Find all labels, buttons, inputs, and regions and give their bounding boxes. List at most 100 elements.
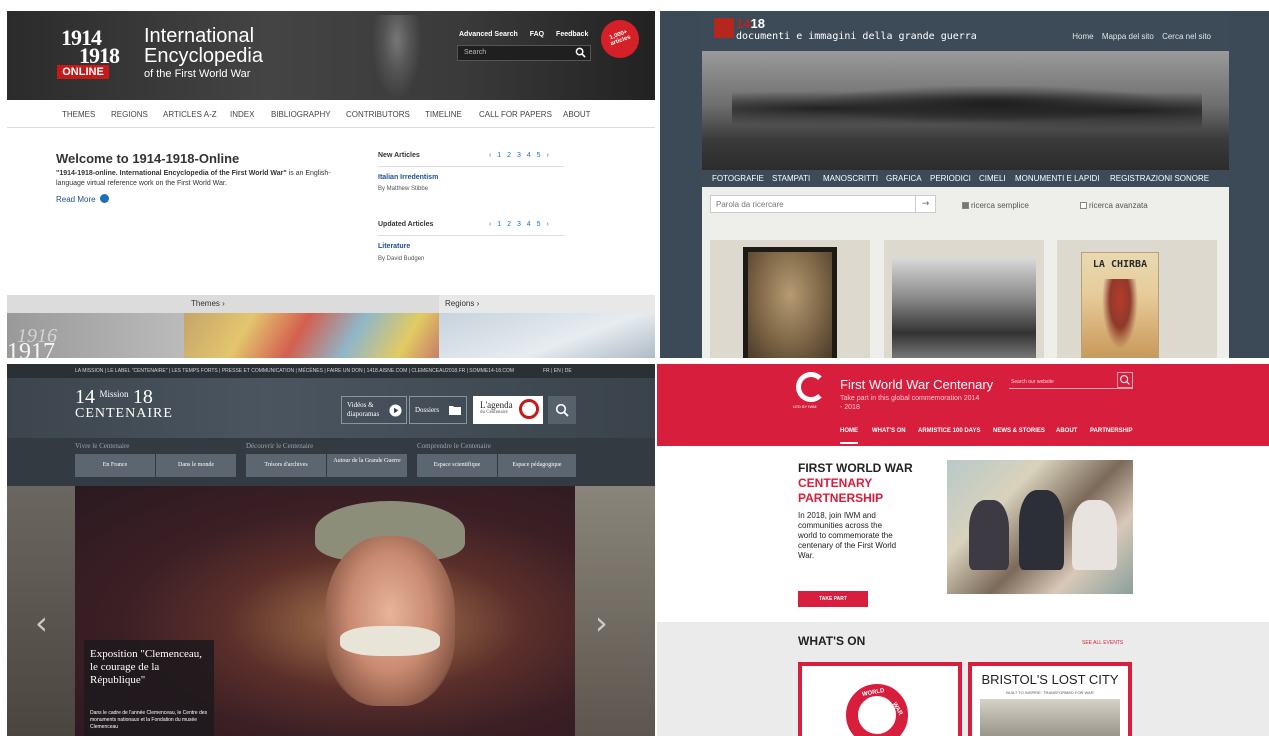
nav-bibliography[interactable]: BIBLIOGRAPHY (271, 110, 331, 119)
event-card-centenary[interactable]: WORLD FIRST WAR (798, 662, 962, 736)
sub-espace-pedagogique[interactable]: Espace pédagogique (498, 454, 576, 477)
updated-articles-heading: Updated Articles (378, 221, 434, 228)
nav-regions[interactable]: REGIONS (111, 110, 148, 119)
feedback-link[interactable]: Feedback (556, 31, 588, 38)
nav-themes[interactable]: THEMES (62, 110, 95, 119)
nav-call-for-papers[interactable]: CALL FOR PAPERS (479, 110, 552, 119)
nav-contributors[interactable]: CONTRIBUTORS (346, 110, 410, 119)
carousel-next-image (575, 486, 655, 736)
soldiers-silhouettes (732, 86, 1202, 131)
home-link[interactable]: Home (1072, 32, 1093, 41)
logo-14: 14 (75, 386, 95, 408)
videos-label: Vidéos & diaporamas (347, 401, 380, 418)
nav-whats-on[interactable]: WHAT'S ON (872, 428, 906, 434)
logo-18: 18 (132, 386, 153, 408)
new-articles-pagination[interactable]: ‹ 1 2 3 4 5 › (489, 152, 551, 159)
regions-map-image[interactable] (439, 313, 655, 358)
intro-bold-text: "1914-1918-online. International Encyclo… (56, 170, 287, 177)
agenda-button[interactable]: L'agenda du Centenaire (473, 396, 543, 424)
nav-stampati[interactable]: STAMPATI (772, 174, 810, 183)
nav-home[interactable]: HOME (840, 428, 858, 434)
search-icon[interactable] (575, 47, 586, 58)
nav-articles-a-z[interactable]: ARTICLES A-Z (163, 110, 217, 119)
sitemap-link[interactable]: Mappa del sito (1102, 32, 1154, 41)
nav-monumenti-e-lapidi[interactable]: MONUMENTI E LAPIDI (1015, 174, 1099, 183)
simple-search-label: ricerca semplice (971, 201, 1029, 210)
site-tagline: Take part in this global commemoration 2… (840, 395, 980, 411)
whats-on-heading: WHAT'S ON (798, 634, 866, 648)
thumbnail-portrait[interactable] (710, 240, 870, 358)
nav-about[interactable]: ABOUT (563, 110, 591, 119)
keyword-search-input[interactable]: Parola da ricercare → (710, 195, 936, 213)
nav-partnership[interactable]: PARTNERSHIP (1090, 428, 1133, 434)
centenaire-logo[interactable]: 14 Mission 18 CENTENAIRE (75, 386, 173, 422)
themes-link[interactable]: Themes › (191, 299, 225, 308)
read-more-link[interactable]: Read More (56, 194, 109, 204)
articles-count-badge: 1,000+ articles (595, 14, 645, 64)
search-placeholder: Search our website (1011, 379, 1054, 385)
new-article-link[interactable]: Italian Irredentism (378, 174, 438, 181)
faq-link[interactable]: FAQ (530, 31, 544, 38)
site-search-link[interactable]: Cerca nel sito (1162, 32, 1211, 41)
updated-article-link[interactable]: Literature (378, 243, 410, 250)
thumbnail-battle-photo[interactable] (884, 240, 1044, 358)
language-switcher[interactable]: FR | EN | DE (543, 368, 572, 374)
folder-icon (449, 406, 461, 415)
category-decouvrir: Découvrir le Centenaire (246, 442, 314, 450)
videos-button[interactable]: Vidéos & diaporamas (341, 396, 407, 424)
encyclopedia-logo[interactable]: 1914 1918 ONLINE (57, 25, 129, 79)
exposition-title: Exposition "Clemenceau, le courage de la… (90, 648, 203, 686)
exposition-caption-card[interactable]: Exposition "Clemenceau, le courage de la… (84, 640, 214, 736)
battlefield-photo (892, 258, 1036, 358)
logo-18: 18 (750, 16, 765, 31)
iwm-search-input[interactable]: Search our website (1009, 372, 1133, 389)
chevron-left-icon[interactable]: ‹ (35, 604, 48, 642)
centenary-logo[interactable]: LED BY IWM (793, 372, 833, 409)
sub-autour-grande-guerre[interactable]: Autour de la Grande Guerre (327, 454, 407, 477)
person-figure (1072, 500, 1117, 570)
arrow-right-icon[interactable]: → (915, 196, 935, 212)
encyclopedia-search-input[interactable]: Search (457, 45, 591, 61)
see-all-events-link[interactable]: SEE ALL EVENTS (1082, 640, 1123, 646)
dossiers-button[interactable]: Dossiers (409, 396, 467, 424)
themes-image[interactable]: 1916 1917 (7, 313, 184, 358)
encyclopedia-top-links: Advanced Search FAQ Feedback (459, 31, 598, 38)
chevron-right-icon[interactable]: › (595, 604, 608, 642)
nav-about[interactable]: ABOUT (1056, 428, 1077, 434)
nav-grafica[interactable]: GRAFICA (886, 174, 922, 183)
advanced-search-radio[interactable]: ricerca avanzata (1080, 201, 1148, 210)
radio-unchecked-icon (1080, 202, 1087, 209)
event-card-bristol[interactable]: BRISTOL'S LOST CITY BUILT TO INSPIRE: TR… (968, 662, 1132, 736)
nav-cimeli[interactable]: CIMELI (979, 174, 1006, 183)
nav-fotografie[interactable]: FOTOGRAFIE (712, 174, 764, 183)
search-icon[interactable] (1117, 372, 1133, 388)
sub-dans-le-monde[interactable]: Dans le monde (156, 454, 236, 477)
sub-espace-scientifique[interactable]: Espace scientifique (417, 454, 497, 477)
divider (378, 166, 564, 167)
nav-index[interactable]: INDEX (230, 110, 254, 119)
nav-news-stories[interactable]: NEWS & STORIES (993, 428, 1045, 434)
sub-en-france[interactable]: En France (75, 454, 155, 477)
nav-armistice-100-days[interactable]: ARMISTICE 100 DAYS (918, 428, 980, 434)
nav-manoscritti[interactable]: MANOSCRITTI (823, 174, 878, 183)
historic-map-image[interactable] (184, 313, 439, 358)
exposition-text: Dans le cadre de l'année Clemenceau, le … (90, 710, 208, 730)
take-part-button[interactable]: TAKE PART (798, 591, 868, 607)
event-subtitle: BUILT TO INSPIRE: TRANSFORMED FOR WAR (1006, 690, 1094, 695)
nav-registrazioni-sonore[interactable]: REGISTRAZIONI SONORE (1110, 174, 1209, 183)
advanced-search-link[interactable]: Advanced Search (459, 31, 518, 38)
la-chirba-poster: LA CHIRBA (1081, 252, 1159, 358)
top-bar-links[interactable]: LA MISSION | LE LABEL "CENTENAIRE" | LES… (75, 368, 514, 374)
nav-periodici[interactable]: PERIODICI (930, 174, 971, 183)
grande-guerra-logo[interactable]: 1418 (736, 16, 765, 31)
search-button[interactable] (548, 396, 576, 424)
updated-articles-pagination[interactable]: ‹ 1 2 3 4 5 › (489, 221, 551, 228)
regions-link[interactable]: Regions › (445, 299, 479, 308)
nav-timeline[interactable]: TIMELINE (425, 110, 462, 119)
soldier-photo (372, 15, 422, 100)
sub-tresors-archives[interactable]: Trésors d'archives (246, 454, 326, 477)
thumbnail-poster[interactable]: LA CHIRBA (1057, 240, 1217, 358)
event-title: BRISTOL'S LOST CITY (981, 672, 1119, 687)
collection-nav: FOTOGRAFIE STAMPATI MANOSCRITTI GRAFICA … (702, 170, 1229, 187)
simple-search-radio[interactable]: ricerca semplice (962, 201, 1029, 210)
